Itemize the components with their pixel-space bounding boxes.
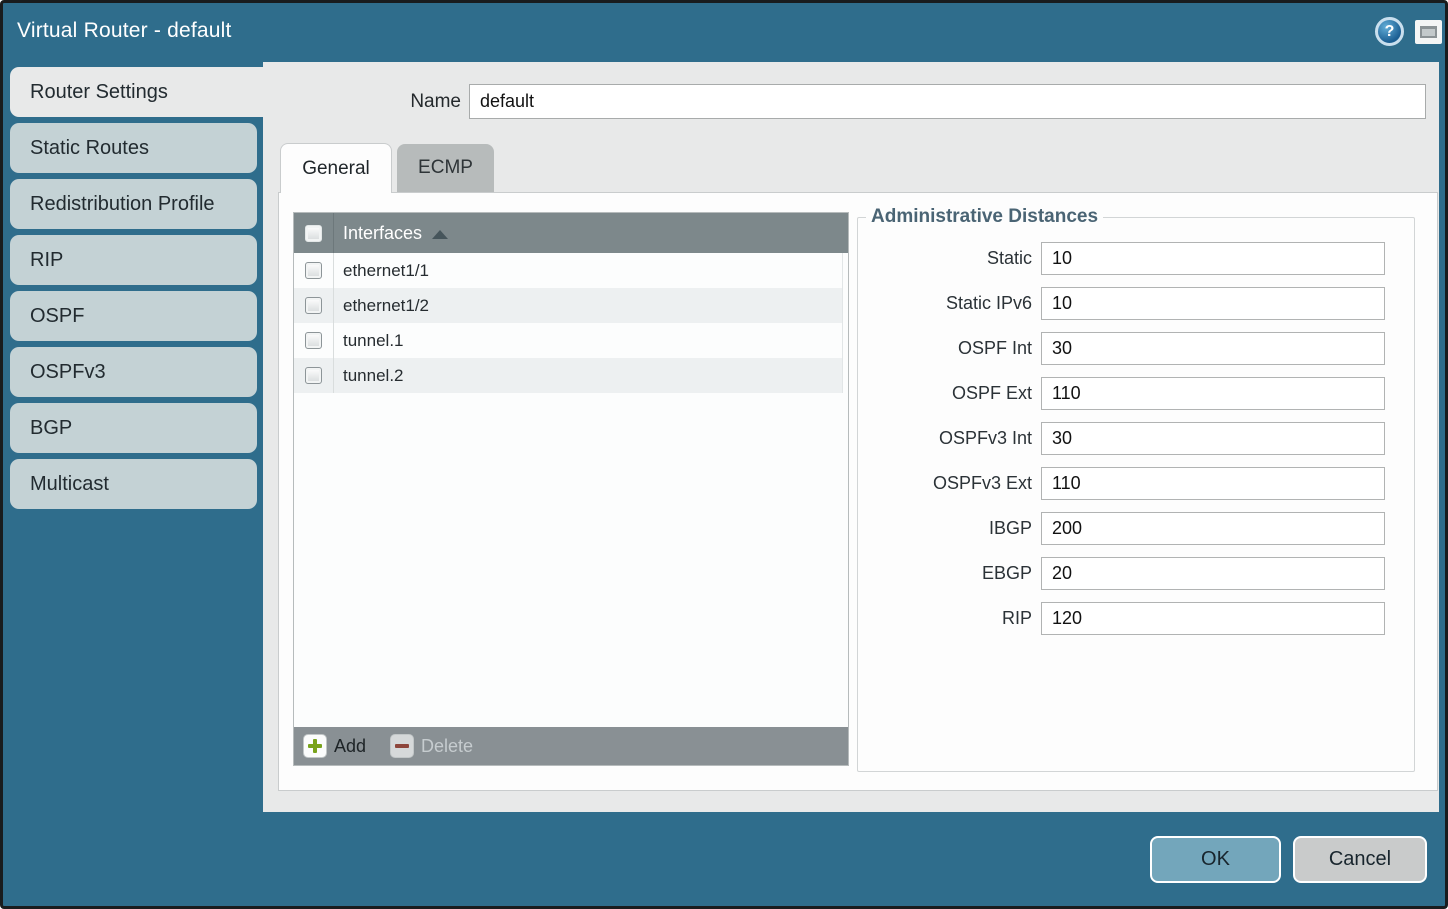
field-row-ospf-int: OSPF Int — [858, 332, 1398, 365]
field-label: EBGP — [858, 563, 1041, 584]
ebgp-distance-input[interactable] — [1041, 557, 1385, 590]
interfaces-table-header: Interfaces — [294, 213, 848, 253]
sidebar-item-label: OSPF — [30, 305, 84, 328]
field-row-ibgp: IBGP — [858, 512, 1398, 545]
name-input[interactable] — [469, 84, 1426, 119]
interfaces-table-footer: Add Delete — [294, 727, 848, 765]
interface-name: ethernet1/2 — [343, 296, 429, 316]
field-row-ebgp: EBGP — [858, 557, 1398, 590]
virtual-router-dialog: Virtual Router - default ? Router Settin… — [0, 0, 1448, 909]
title-bar: Virtual Router - default ? — [3, 3, 1445, 62]
sidebar-item-ospfv3[interactable]: OSPFv3 — [10, 347, 257, 397]
minus-icon — [390, 734, 414, 758]
dialog-title: Virtual Router - default — [17, 19, 232, 43]
window-icon[interactable] — [1415, 20, 1442, 44]
tab-general[interactable]: General — [280, 143, 392, 193]
field-label: IBGP — [858, 518, 1041, 539]
interfaces-table: Interfaces ethernet1/1 ethernet1/2 tunne… — [293, 212, 849, 766]
ospf-ext-distance-input[interactable] — [1041, 377, 1385, 410]
field-label: OSPF Int — [858, 338, 1041, 359]
field-row-ospfv3-ext: OSPFv3 Ext — [858, 467, 1398, 500]
delete-button-label: Delete — [421, 736, 473, 757]
table-row[interactable]: tunnel.1 — [294, 323, 843, 358]
sidebar-item-label: RIP — [30, 249, 63, 272]
row-checkbox[interactable] — [305, 297, 322, 314]
field-label: Static IPv6 — [858, 293, 1041, 314]
add-button[interactable]: Add — [303, 734, 366, 758]
row-check-cell — [294, 323, 334, 358]
tab-label: ECMP — [418, 157, 473, 179]
row-checkbox[interactable] — [305, 262, 322, 279]
sidebar-item-ospf[interactable]: OSPF — [10, 291, 257, 341]
name-label: Name — [333, 91, 461, 113]
sidebar-item-label: OSPFv3 — [30, 361, 106, 384]
help-icon[interactable]: ? — [1375, 17, 1404, 46]
field-label: OSPFv3 Ext — [858, 473, 1041, 494]
row-check-cell — [294, 358, 334, 393]
field-row-static-ipv6: Static IPv6 — [858, 287, 1398, 320]
sidebar-item-label: Router Settings — [30, 81, 168, 104]
ok-button-label: OK — [1201, 848, 1230, 871]
select-all-checkbox[interactable] — [305, 225, 322, 242]
field-label: OSPFv3 Int — [858, 428, 1041, 449]
interfaces-table-body: ethernet1/1 ethernet1/2 tunnel.1 tunnel.… — [294, 253, 848, 727]
ospfv3-ext-distance-input[interactable] — [1041, 467, 1385, 500]
row-check-cell — [294, 253, 334, 288]
table-row[interactable]: ethernet1/2 — [294, 288, 843, 323]
tab-ecmp[interactable]: ECMP — [397, 144, 494, 192]
table-row[interactable]: ethernet1/1 — [294, 253, 843, 288]
ibgp-distance-input[interactable] — [1041, 512, 1385, 545]
table-row[interactable]: tunnel.2 — [294, 358, 843, 393]
help-icon-glyph: ? — [1385, 23, 1395, 41]
ok-button[interactable]: OK — [1150, 836, 1281, 883]
cancel-button[interactable]: Cancel — [1293, 836, 1427, 883]
sidebar-item-static-routes[interactable]: Static Routes — [10, 123, 257, 173]
sidebar-item-rip[interactable]: RIP — [10, 235, 257, 285]
row-check-cell — [294, 288, 334, 323]
static-distance-input[interactable] — [1041, 242, 1385, 275]
sidebar-item-multicast[interactable]: Multicast — [10, 459, 257, 509]
administrative-distances-group: Administrative Distances Static Static I… — [857, 206, 1415, 772]
sidebar-item-label: BGP — [30, 417, 72, 440]
delete-button[interactable]: Delete — [390, 734, 473, 758]
add-button-label: Add — [334, 736, 366, 757]
window-icon-inner — [1420, 26, 1437, 38]
ospf-int-distance-input[interactable] — [1041, 332, 1385, 365]
tab-label: General — [302, 158, 370, 180]
select-all-cell — [294, 213, 334, 253]
sidebar-item-router-settings[interactable]: Router Settings — [10, 67, 266, 117]
field-row-static: Static — [858, 242, 1398, 275]
field-label: OSPF Ext — [858, 383, 1041, 404]
sidebar-item-bgp[interactable]: BGP — [10, 403, 257, 453]
cancel-button-label: Cancel — [1329, 848, 1391, 871]
sidebar-nav: Router Settings Static Routes Redistribu… — [10, 67, 266, 515]
sidebar-item-redistribution-profile[interactable]: Redistribution Profile — [10, 179, 257, 229]
interface-name: ethernet1/1 — [343, 261, 429, 281]
interface-name: tunnel.1 — [343, 331, 404, 351]
administrative-distances-legend: Administrative Distances — [866, 206, 1103, 228]
field-label: Static — [858, 248, 1041, 269]
field-row-ospfv3-int: OSPFv3 Int — [858, 422, 1398, 455]
ospfv3-int-distance-input[interactable] — [1041, 422, 1385, 455]
row-checkbox[interactable] — [305, 332, 322, 349]
field-row-ospf-ext: OSPF Ext — [858, 377, 1398, 410]
row-checkbox[interactable] — [305, 367, 322, 384]
interfaces-column-header[interactable]: Interfaces — [343, 223, 422, 244]
sidebar-item-label: Multicast — [30, 473, 109, 496]
field-row-rip: RIP — [858, 602, 1398, 635]
sidebar-item-label: Static Routes — [30, 137, 149, 160]
field-label: RIP — [858, 608, 1041, 629]
plus-icon — [303, 734, 327, 758]
interface-name: tunnel.2 — [343, 366, 404, 386]
rip-distance-input[interactable] — [1041, 602, 1385, 635]
sort-ascending-icon[interactable] — [432, 230, 448, 239]
static-ipv6-distance-input[interactable] — [1041, 287, 1385, 320]
sidebar-item-label: Redistribution Profile — [30, 193, 215, 216]
